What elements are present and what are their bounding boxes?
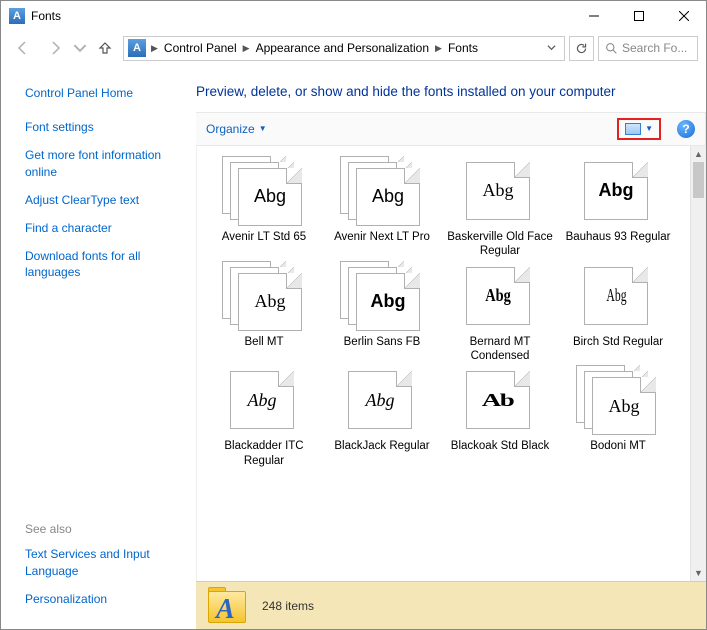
font-label: BlackJack Regular bbox=[334, 439, 429, 453]
chevron-right-icon[interactable]: ▶ bbox=[150, 43, 159, 54]
font-sample: Abg bbox=[366, 390, 395, 411]
font-label: Berlin Sans FB bbox=[344, 335, 421, 349]
breadcrumb[interactable]: A ▶ Control Panel ▶ Appearance and Perso… bbox=[123, 36, 565, 61]
font-item[interactable]: Abg Baskerville Old Face Regular bbox=[443, 156, 557, 259]
sidebar-link[interactable]: Get more font information online bbox=[25, 147, 188, 179]
view-options-button[interactable]: ▼ bbox=[617, 118, 661, 140]
chevron-down-icon: ▼ bbox=[259, 124, 267, 133]
sidebar-link[interactable]: Font settings bbox=[25, 119, 188, 135]
font-item[interactable]: Abg BlackJack Regular bbox=[325, 365, 439, 468]
organize-menu[interactable]: Organize▼ bbox=[206, 122, 267, 136]
font-item[interactable]: Abg Bodoni MT bbox=[561, 365, 675, 468]
font-label: Bell MT bbox=[245, 335, 284, 349]
up-button[interactable] bbox=[91, 34, 119, 62]
window-title: Fonts bbox=[31, 9, 61, 23]
forward-button[interactable] bbox=[41, 34, 69, 62]
close-button[interactable] bbox=[661, 1, 706, 31]
font-label: Baskerville Old Face Regular bbox=[446, 230, 554, 259]
chevron-right-icon[interactable]: ▶ bbox=[242, 43, 251, 54]
font-label: Blackoak Std Black bbox=[451, 439, 549, 453]
font-grid: Abg Avenir LT Std 65 Abg Avenir Next LT Pro… bbox=[197, 146, 706, 468]
font-sample: Abg bbox=[255, 291, 286, 312]
item-count: 248 items bbox=[262, 599, 314, 613]
font-label: Blackadder ITC Regular bbox=[210, 439, 318, 468]
font-item[interactable]: Abg Blackadder ITC Regular bbox=[207, 365, 321, 468]
history-dropdown[interactable] bbox=[73, 34, 87, 62]
fonts-folder-large-icon: A bbox=[206, 587, 248, 625]
font-sample: Abg bbox=[483, 180, 514, 201]
see-also-heading: See also bbox=[25, 522, 188, 536]
refresh-button[interactable] bbox=[569, 36, 594, 61]
font-label: Avenir LT Std 65 bbox=[222, 230, 306, 244]
toolbar: Organize▼ ▼ ? bbox=[196, 112, 706, 146]
statusbar: A 248 items bbox=[196, 581, 706, 629]
sidebar-link[interactable]: Download fonts for all languages bbox=[25, 248, 188, 280]
breadcrumb-seg[interactable]: Fonts bbox=[443, 41, 483, 55]
help-button[interactable]: ? bbox=[677, 120, 695, 138]
breadcrumb-seg[interactable]: Appearance and Personalization bbox=[251, 41, 434, 55]
see-also-link[interactable]: Text Services and Input Language bbox=[25, 546, 188, 578]
chevron-down-icon: ▼ bbox=[645, 124, 653, 133]
sidebar-link[interactable]: Adjust ClearType text bbox=[25, 192, 188, 208]
font-sample: Abg bbox=[371, 291, 406, 312]
font-item[interactable]: Abg Bell MT bbox=[207, 261, 321, 364]
scrollbar[interactable]: ▲ ▼ bbox=[690, 146, 706, 581]
minimize-button[interactable] bbox=[571, 1, 616, 31]
breadcrumb-seg[interactable]: Control Panel bbox=[159, 41, 242, 55]
control-panel-home-link[interactable]: Control Panel Home bbox=[25, 85, 188, 101]
back-button[interactable] bbox=[9, 34, 37, 62]
sidebar-link[interactable]: Find a character bbox=[25, 220, 188, 236]
font-label: Avenir Next LT Pro bbox=[334, 230, 430, 244]
font-sample: Abg bbox=[254, 186, 286, 207]
see-also-link[interactable]: Personalization bbox=[25, 591, 188, 607]
font-item[interactable]: Abg Avenir LT Std 65 bbox=[207, 156, 321, 259]
font-sample: Ab bbox=[482, 390, 514, 411]
scroll-down-button[interactable]: ▼ bbox=[691, 565, 706, 581]
titlebar: A Fonts bbox=[1, 1, 706, 31]
font-label: Bodoni MT bbox=[590, 439, 646, 453]
font-item[interactable]: Abg Avenir Next LT Pro bbox=[325, 156, 439, 259]
font-label: Bauhaus 93 Regular bbox=[566, 230, 671, 244]
maximize-button[interactable] bbox=[616, 1, 661, 31]
font-item[interactable]: Ab Blackoak Std Black bbox=[443, 365, 557, 468]
font-item[interactable]: Abg Birch Std Regular bbox=[561, 261, 675, 364]
font-label: Birch Std Regular bbox=[573, 335, 663, 349]
font-item[interactable]: Abg Bernard MT Condensed bbox=[443, 261, 557, 364]
sidebar: Control Panel Home Font settings Get mor… bbox=[1, 65, 196, 629]
breadcrumb-dropdown[interactable] bbox=[541, 41, 562, 55]
search-icon bbox=[605, 42, 618, 55]
search-placeholder: Search Fo... bbox=[622, 41, 687, 55]
font-sample: Abg bbox=[485, 285, 511, 306]
font-label: Bernard MT Condensed bbox=[446, 335, 554, 364]
chevron-right-icon[interactable]: ▶ bbox=[434, 43, 443, 54]
font-sample: Abg bbox=[248, 390, 277, 411]
font-sample: Abg bbox=[372, 186, 404, 207]
search-input[interactable]: Search Fo... bbox=[598, 36, 698, 61]
fonts-folder-icon: A bbox=[128, 39, 146, 57]
font-sample: Abg bbox=[599, 180, 634, 201]
navbar: A ▶ Control Panel ▶ Appearance and Perso… bbox=[1, 31, 706, 65]
font-sample: Abg bbox=[606, 285, 626, 306]
font-item[interactable]: Abg Bauhaus 93 Regular bbox=[561, 156, 675, 259]
scroll-up-button[interactable]: ▲ bbox=[691, 146, 706, 162]
font-sample: Abg bbox=[609, 396, 640, 417]
app-icon: A bbox=[9, 8, 25, 24]
view-icon bbox=[625, 123, 641, 135]
font-item[interactable]: Abg Berlin Sans FB bbox=[325, 261, 439, 364]
scroll-thumb[interactable] bbox=[693, 162, 704, 198]
page-heading: Preview, delete, or show and hide the fo… bbox=[196, 65, 706, 112]
